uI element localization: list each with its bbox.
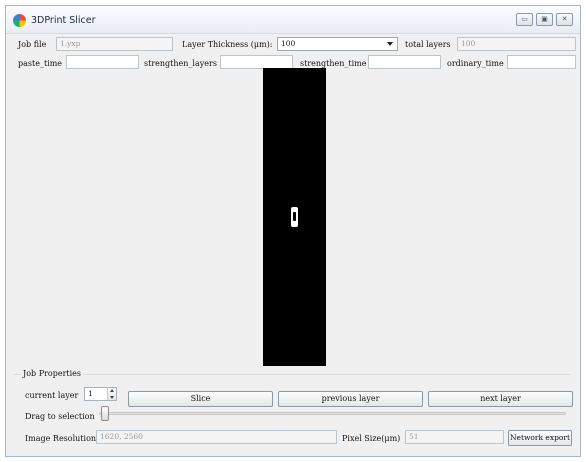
slice-preview [263,68,326,366]
close-button[interactable]: ✕ [556,13,573,26]
layer-thickness-label: Layer Thickness (μm): [182,40,273,49]
layer-slider-handle[interactable] [101,406,109,421]
slice-button[interactable]: Slice [128,391,273,407]
ordinary-time-input[interactable] [507,55,576,69]
image-resolution-label: Image Resolution [25,434,97,443]
layer-slider-track[interactable] [99,412,566,415]
paste-time-label: paste_time [18,59,63,68]
current-layer-value: 1 [88,389,93,398]
pixel-size-label: Pixel Size(μm) [342,434,401,443]
total-layers-label: total layers [405,40,451,49]
layer-thickness-select[interactable]: 100 [277,37,398,51]
maximize-button[interactable]: ▣ [536,13,553,26]
job-properties-title: Job Properties [21,369,84,378]
arrow-down-icon[interactable] [110,396,114,399]
strengthen-time-input[interactable] [368,55,441,69]
paste-time-input[interactable] [66,55,139,69]
next-layer-button[interactable]: next layer [428,391,573,407]
total-layers-field[interactable]: 100 [457,37,576,51]
chevron-down-icon [387,42,393,46]
window-title: 3DPrint Slicer [31,15,96,26]
image-resolution-field[interactable]: 1620, 2560 [96,430,337,444]
ordinary-time-label: ordinary_time [447,59,504,68]
app-logo-icon [13,14,26,27]
slice-hole [293,212,296,221]
previous-layer-button[interactable]: previous layer [278,391,423,407]
strengthen-time-label: strengthen_time [300,59,367,68]
slice-shape [291,207,298,227]
pixel-size-field[interactable]: 51 [405,430,504,444]
arrow-up-icon[interactable] [110,389,114,392]
job-file-label: Job file [18,40,47,49]
job-file-field[interactable]: 1.yxp [56,37,173,51]
drag-to-selection-label: Drag to selection [25,412,95,421]
minimize-button[interactable]: ▭ [516,13,533,26]
layer-thickness-value: 100 [281,39,296,48]
network-export-button[interactable]: Network export [508,430,572,446]
spin-buttons[interactable] [107,388,116,400]
strengthen-layers-input[interactable] [220,55,293,69]
title-bar[interactable]: 3DPrint Slicer ▭ ▣ ✕ [6,6,580,34]
current-layer-label: current layer [25,391,79,400]
strengthen-layers-label: strengthen_layers [144,59,217,68]
current-layer-spinbox[interactable]: 1 [84,387,117,401]
